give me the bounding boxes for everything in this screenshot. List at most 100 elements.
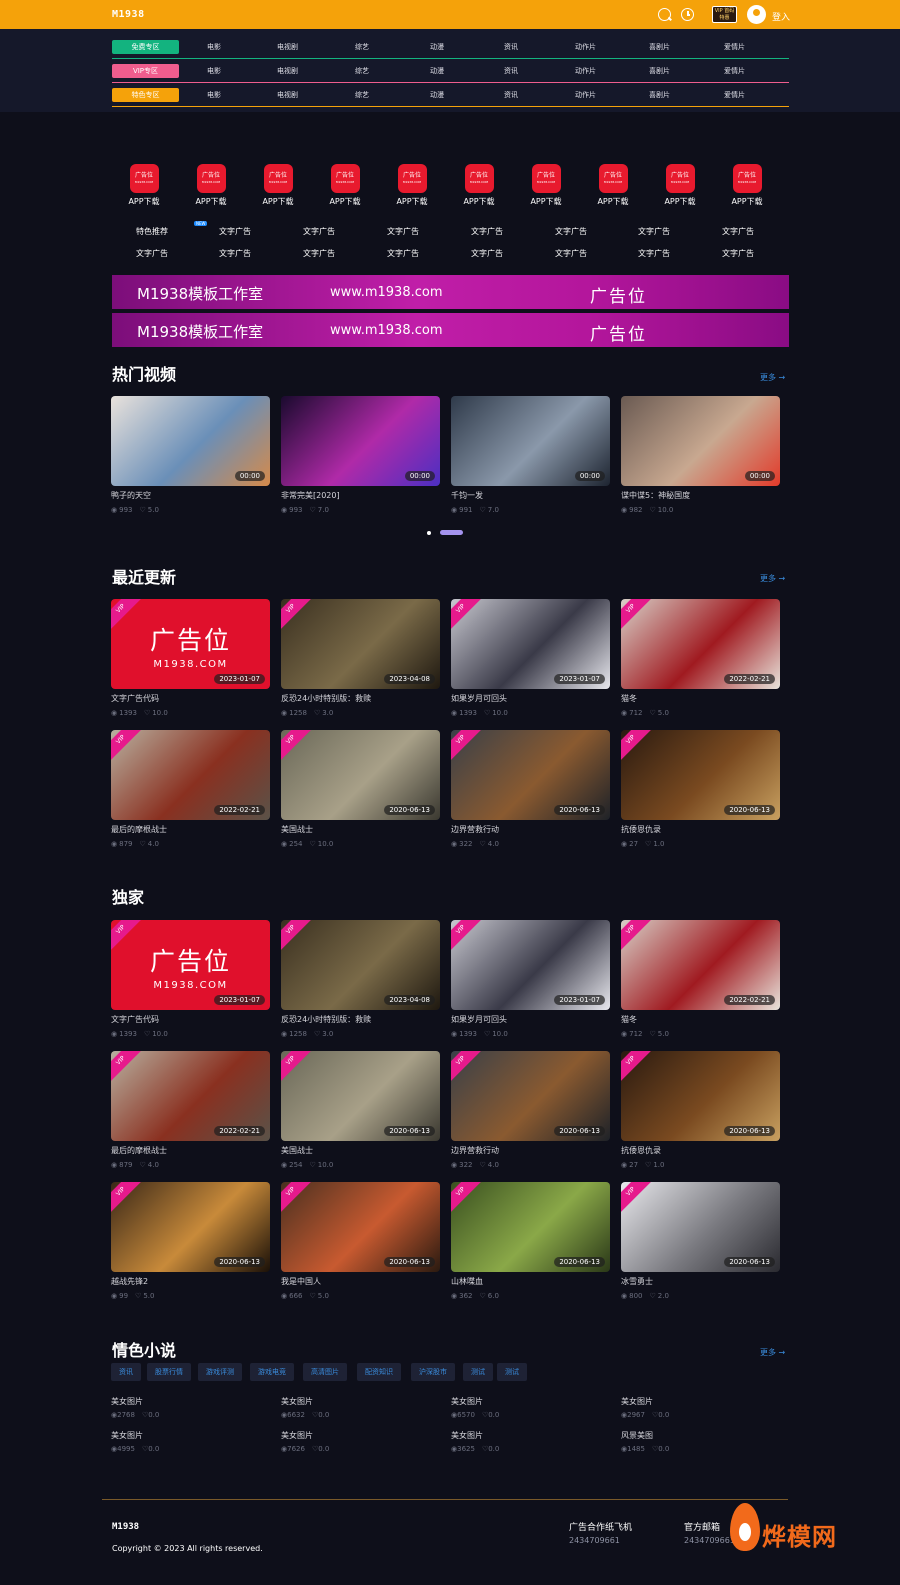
text-ad-link[interactable]: 文字广告 [219,248,251,259]
video-title[interactable]: 如果岁月可回头 [451,693,610,704]
video-card[interactable]: 00:00 谍中谍5：神秘国度 982 10.0 [621,396,780,514]
video-thumbnail[interactable]: VIP 2020-06-13 [451,730,610,820]
video-card[interactable]: VIP 2020-06-13 边界营救行动 322 4.0 [451,730,610,848]
video-thumbnail[interactable]: VIP 2020-06-13 [111,1182,270,1272]
nav-link[interactable]: 动漫 [430,66,444,76]
text-ad-link[interactable]: 文字广告 [638,226,670,237]
video-title[interactable]: 边界营救行动 [451,1145,610,1156]
vip-button[interactable]: VIP 首码特惠 [712,6,737,23]
video-card[interactable]: 广告位M1938.COMVIP2023-01-07文字广告代码139310.0 [111,599,270,717]
app-download-item[interactable]: 广告位 M1938.COM APP下载 [588,164,638,207]
video-card[interactable]: VIP 2023-04-08 反恐24小时特别版：救赎 1258 3.0 [281,920,440,1038]
video-thumbnail[interactable]: VIP 2023-01-07 [451,599,610,689]
app-download-item[interactable]: 广告位 M1938.COM APP下载 [655,164,705,207]
nav-link[interactable]: 动作片 [575,66,596,76]
video-title[interactable]: 猫冬 [621,1014,780,1025]
text-ad-link[interactable]: 文字广告 [136,248,168,259]
video-card[interactable]: VIP 2022-02-21 猫冬 712 5.0 [621,599,780,717]
text-ad-link[interactable]: 文字广告 [722,226,754,237]
video-title[interactable]: 抗倭恩仇录 [621,1145,780,1156]
video-thumbnail[interactable]: VIP 2023-04-08 [281,920,440,1010]
video-card[interactable]: VIP 2023-01-07 如果岁月可回头 1393 10.0 [451,920,610,1038]
video-thumbnail[interactable]: VIP 2020-06-13 [281,1051,440,1141]
article-item[interactable]: 美女图片 2768 0.0 [111,1396,270,1419]
novels-more-link[interactable]: 更多 → [760,1347,785,1358]
video-card[interactable]: VIP 2020-06-13 边界营救行动 322 4.0 [451,1051,610,1169]
video-card[interactable]: 00:00 鸭子的天空 993 5.0 [111,396,270,514]
video-thumbnail[interactable]: VIP 2023-01-07 [451,920,610,1010]
video-thumbnail[interactable]: VIP 2020-06-13 [281,1182,440,1272]
text-ad-link[interactable]: 文字广告 [471,248,503,259]
nav-link[interactable]: 电视剧 [277,42,298,52]
article-title[interactable]: 美女图片 [281,1396,440,1407]
text-ad-link[interactable]: 文字广告 [638,248,670,259]
article-item[interactable]: 美女图片 2967 0.0 [621,1396,780,1419]
nav-link[interactable]: 资讯 [504,66,518,76]
category-tag[interactable]: 配资知识 [357,1363,401,1381]
video-thumbnail[interactable]: 00:00 [451,396,610,486]
text-ad-link[interactable]: 文字广告 [722,248,754,259]
video-thumbnail[interactable]: VIP 2022-02-21 [111,1051,270,1141]
video-thumbnail[interactable]: VIP 2022-02-21 [621,920,780,1010]
video-title[interactable]: 猫冬 [621,693,780,704]
text-ad-link[interactable]: 文字广告 [555,226,587,237]
nav-link[interactable]: 动作片 [575,90,596,100]
video-title[interactable]: 最后的摩根战士 [111,1145,270,1156]
video-title[interactable]: 美国战士 [281,1145,440,1156]
article-item[interactable]: 美女图片 7626 0.0 [281,1430,440,1453]
article-title[interactable]: 美女图片 [111,1396,270,1407]
category-tag[interactable]: 沪深股市 [411,1363,455,1381]
nav-link[interactable]: 爱情片 [724,42,745,52]
nav-link[interactable]: 喜剧片 [649,42,670,52]
article-title[interactable]: 美女图片 [621,1396,780,1407]
nav-link[interactable]: 电影 [207,66,221,76]
nav-link[interactable]: 动作片 [575,42,596,52]
video-card[interactable]: VIP 2020-06-13 美国战士 254 10.0 [281,1051,440,1169]
video-card[interactable]: 00:00 非常完美[2020] 993 7.0 [281,396,440,514]
article-title[interactable]: 美女图片 [451,1396,610,1407]
video-thumbnail[interactable]: VIP 2020-06-13 [621,730,780,820]
user-avatar[interactable] [747,5,766,24]
text-ad-link[interactable]: 文字广告 [219,226,251,237]
video-title[interactable]: 反恐24小时特别版：救赎 [281,693,440,704]
app-download-item[interactable]: 广告位 M1938.COM APP下载 [387,164,437,207]
video-thumbnail[interactable]: VIP 2020-06-13 [621,1051,780,1141]
category-tag[interactable]: 游戏电竞 [250,1363,294,1381]
category-tag[interactable]: 测试 [463,1363,493,1381]
video-title[interactable]: 山林喋血 [451,1276,610,1287]
text-ad-link[interactable]: 文字广告 [471,226,503,237]
video-card[interactable]: VIP 2023-01-07 如果岁月可回头 1393 10.0 [451,599,610,717]
category-tag[interactable]: 游戏评测 [198,1363,242,1381]
video-title[interactable]: 非常完美[2020] [281,490,440,501]
video-card[interactable]: VIP 2022-02-21 最后的摩根战士 879 4.0 [111,1051,270,1169]
app-download-item[interactable]: 广告位 M1938.COM APP下载 [186,164,236,207]
video-title[interactable]: 我是中国人 [281,1276,440,1287]
nav-link[interactable]: 综艺 [355,90,369,100]
category-tag[interactable]: 股票行情 [147,1363,191,1381]
video-thumbnail[interactable]: VIP 2022-02-21 [621,599,780,689]
nav-link[interactable]: 电视剧 [277,66,298,76]
video-title[interactable]: 越战先锋2 [111,1276,270,1287]
video-title[interactable]: 最后的摩根战士 [111,824,270,835]
recent-more-link[interactable]: 更多 → [760,573,785,584]
video-card[interactable]: VIP2020-06-13抗倭恩仇录271.0 [621,1051,780,1169]
nav-link[interactable]: 电影 [207,42,221,52]
featured-recommend-link[interactable]: 特色推荐 NEW [136,221,208,237]
video-title[interactable]: 谍中谍5：神秘国度 [621,490,780,501]
article-item[interactable]: 美女图片 6570 0.0 [451,1396,610,1419]
app-download-item[interactable]: 广告位 M1938.COM APP下载 [119,164,169,207]
app-download-item[interactable]: 广告位 M1938.COM APP下载 [521,164,571,207]
video-title[interactable]: 反恐24小时特别版：救赎 [281,1014,440,1025]
search-icon[interactable] [658,8,672,21]
history-clock-icon[interactable] [681,8,694,21]
nav-link[interactable]: 资讯 [504,42,518,52]
video-title[interactable]: 抗倭恩仇录 [621,824,780,835]
video-title[interactable]: 鸭子的天空 [111,490,270,501]
article-item[interactable]: 美女图片 6632 0.0 [281,1396,440,1419]
video-card[interactable]: VIP 2023-04-08 反恐24小时特别版：救赎 1258 3.0 [281,599,440,717]
nav-link[interactable]: 动漫 [430,90,444,100]
video-thumbnail[interactable]: VIP 2020-06-13 [621,1182,780,1272]
nav-link[interactable]: 喜剧片 [649,90,670,100]
nav-link[interactable]: 资讯 [504,90,518,100]
video-title[interactable]: 文字广告代码 [111,1014,270,1025]
